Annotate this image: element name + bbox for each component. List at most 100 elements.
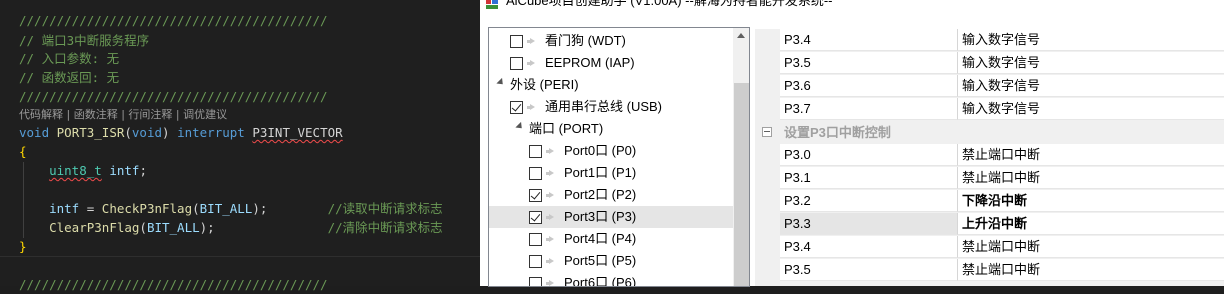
property-value[interactable]: 下降沿中断 (958, 190, 1224, 212)
node-arrow-icon (527, 104, 535, 111)
property-name: P3.5 (780, 52, 958, 74)
category-row[interactable]: 设置P3口中断控制 (755, 121, 1224, 144)
property-value[interactable]: 禁止端口中断 (958, 236, 1224, 258)
property-row[interactable]: P3.1 禁止端口中断 (755, 167, 1224, 190)
property-row[interactable]: P3.3 上升沿中断 (755, 213, 1224, 236)
tree-item[interactable]: 看门狗 (WDT) (489, 30, 733, 52)
code-token: ////////////////////////////////////////… (19, 277, 328, 292)
tree-scrollbar[interactable] (733, 28, 749, 286)
code-token: = (79, 201, 102, 216)
app-icon (486, 0, 498, 9)
code-line: // 入口参数: 无 (19, 50, 119, 68)
code-token: // 端口3中断服务程序 (19, 33, 150, 48)
code-token: CheckP3nFlag (101, 201, 193, 216)
indent-guide (23, 162, 24, 238)
property-row[interactable]: P3.5 禁止端口中断 (755, 259, 1224, 282)
tree-item-label: Port2口 (P2) (564, 187, 637, 202)
node-arrow-icon (527, 38, 535, 45)
tree-item[interactable]: Port0口 (P0) (489, 140, 733, 162)
code-token: P3INT_VECTOR (252, 125, 343, 140)
tree-item[interactable]: Port1口 (P1) (489, 162, 733, 184)
config-tree[interactable]: 看门狗 (WDT) EEPROM (IAP) 外设 (PERI) 通用串行总线 (US… (488, 27, 750, 287)
tree-item[interactable]: Port6口 (P6) (489, 272, 733, 287)
row-gutter (755, 236, 780, 259)
tree-item[interactable]: 端口 (PORT) (489, 118, 733, 140)
property-row[interactable]: P3.2 下降沿中断 (755, 190, 1224, 213)
checkbox[interactable] (510, 35, 523, 48)
node-arrow-icon (546, 148, 554, 155)
property-row[interactable]: P3.7 输入数字信号 (755, 98, 1224, 121)
code-token: ////////////////////////////////////////… (19, 13, 328, 28)
checkbox[interactable] (510, 101, 523, 114)
property-value[interactable]: 禁止端口中断 (958, 259, 1224, 281)
property-name: P3.4 (780, 29, 958, 51)
checkbox[interactable] (529, 211, 542, 224)
checkbox[interactable] (529, 189, 542, 202)
code-token: PORT3_ISR (56, 125, 125, 140)
property-name: P3.6 (780, 75, 958, 97)
property-grid[interactable]: P3.4 输入数字信号 P3.5 输入数字信号 P3.6 输入数字信号 P3.7 输入数字信号… (755, 29, 1224, 286)
code-line: intf = CheckP3nFlag(BIT_ALL); //读取中断请求标志 (19, 200, 443, 218)
scrollbar-thumb[interactable] (734, 83, 749, 286)
code-token: ) (162, 125, 178, 140)
checkbox[interactable] (510, 57, 523, 70)
scroll-up-icon[interactable] (737, 33, 745, 38)
property-row[interactable]: P3.0 禁止端口中断 (755, 144, 1224, 167)
property-row[interactable]: P3.5 输入数字信号 (755, 52, 1224, 75)
checkbox[interactable] (529, 167, 542, 180)
tree-item-label: EEPROM (IAP) (545, 55, 635, 70)
code-token: ( (139, 220, 147, 235)
tree-item[interactable]: 通用串行总线 (USB) (489, 96, 733, 118)
minimize-button[interactable] (1186, 0, 1222, 7)
row-gutter (755, 167, 780, 190)
code-line: ClearP3nFlag(BIT_ALL); //清除中断请求标志 (19, 219, 443, 237)
node-arrow-icon (546, 258, 554, 265)
property-row[interactable]: P3.4 禁止端口中断 (755, 236, 1224, 259)
row-gutter (755, 29, 780, 52)
property-value[interactable]: 输入数字信号 (958, 75, 1224, 97)
code-line: ////////////////////////////////////////… (19, 88, 328, 106)
tree-item[interactable]: EEPROM (IAP) (489, 52, 733, 74)
tree-item-label: 端口 (PORT) (529, 121, 604, 136)
code-editor[interactable]: ////////////////////////////////////////… (0, 0, 480, 292)
property-row[interactable]: P3.4 输入数字信号 (755, 29, 1224, 52)
property-value[interactable]: 输入数字信号 (958, 29, 1224, 51)
code-token: ); (252, 201, 328, 216)
tree-item-label: 看门狗 (WDT) (545, 33, 626, 48)
checkbox[interactable] (529, 255, 542, 268)
checkbox[interactable] (529, 145, 542, 158)
tree-item[interactable]: 外设 (PERI) (489, 74, 733, 96)
property-name: P3.5 (780, 259, 958, 281)
code-line: void PORT3_ISR(void) interrupt P3INT_VEC… (19, 124, 343, 142)
row-gutter (755, 213, 780, 236)
property-value[interactable]: 上升沿中断 (958, 213, 1224, 235)
code-line: ////////////////////////////////////////… (19, 276, 328, 294)
checkbox[interactable] (529, 233, 542, 246)
code-line: uint8_t intf; (19, 162, 147, 180)
row-gutter (755, 52, 780, 75)
property-name: P3.7 (780, 98, 958, 120)
property-value[interactable]: 禁止端口中断 (958, 167, 1224, 189)
tree-item[interactable]: Port4口 (P4) (489, 228, 733, 250)
tree-item[interactable]: Port2口 (P2) (489, 184, 733, 206)
collapse-toggle-icon[interactable] (762, 127, 772, 137)
tree-item-label: Port6口 (P6) (564, 275, 637, 287)
tree-item[interactable]: Port5口 (P5) (489, 250, 733, 272)
code-line: // 函数返回: 无 (19, 69, 119, 87)
expand-arrow-icon[interactable] (496, 77, 506, 88)
code-token: interrupt (177, 125, 245, 140)
property-value[interactable]: 输入数字信号 (958, 98, 1224, 120)
row-gutter (755, 144, 780, 167)
title-bar[interactable]: AiCube项目创建助手 (V1.00A) --解海为持者能开发系统-- (480, 0, 1224, 15)
property-name: P3.3 (780, 213, 958, 235)
tree-item[interactable]: Port3口 (P3) (489, 206, 733, 228)
property-value[interactable]: 输入数字信号 (958, 52, 1224, 74)
property-name: P3.1 (780, 167, 958, 189)
node-arrow-icon (546, 214, 554, 221)
codelens-actions[interactable]: 代码解释 | 函数注释 | 行间注释 | 调优建议 (19, 107, 227, 123)
tree-item-label: 通用串行总线 (USB) (545, 99, 663, 114)
property-value[interactable]: 禁止端口中断 (958, 144, 1224, 166)
code-token: uint8_t (49, 163, 102, 178)
expand-arrow-icon[interactable] (515, 121, 525, 132)
property-row[interactable]: P3.6 输入数字信号 (755, 75, 1224, 98)
